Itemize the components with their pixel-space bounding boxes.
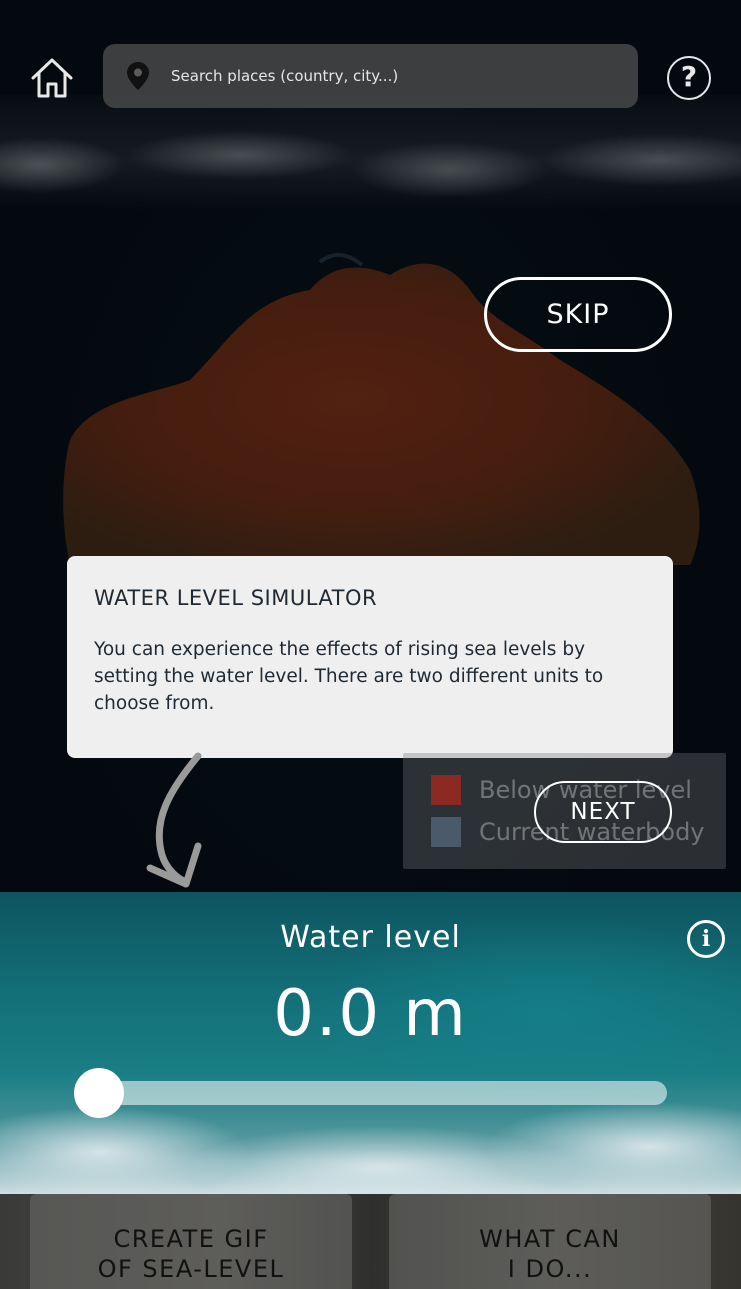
what-can-i-do-button[interactable]: WHAT CAN I DO... <box>389 1194 711 1289</box>
water-level-slider-track[interactable] <box>85 1081 667 1105</box>
tooltip-title: WATER LEVEL SIMULATOR <box>94 586 378 610</box>
legend-swatch-red <box>431 775 461 805</box>
search-input[interactable]: Search places (country, city...) <box>103 44 638 108</box>
create-gif-line1: CREATE GIF <box>113 1225 269 1253</box>
tooltip-body: You can experience the effects of rising… <box>94 639 604 714</box>
water-level-panel: Water level i 0.0 m <box>0 892 741 1194</box>
location-pin-icon <box>127 62 149 90</box>
create-gif-button[interactable]: CREATE GIF OF SEA-LEVEL <box>30 1194 352 1289</box>
search-placeholder: Search places (country, city...) <box>171 67 399 85</box>
info-button[interactable]: i <box>687 920 725 958</box>
bottom-action-bar: CREATE GIF OF SEA-LEVEL WHAT CAN I DO... <box>0 1194 741 1289</box>
help-button[interactable]: ? <box>667 56 711 100</box>
next-tour-button[interactable]: NEXT <box>534 781 672 843</box>
water-level-slider-thumb[interactable] <box>74 1068 124 1118</box>
legend-swatch-blue <box>431 817 461 847</box>
home-button[interactable] <box>28 54 76 102</box>
skip-tour-button[interactable]: SKIP <box>484 277 672 352</box>
tour-tooltip: WATER LEVEL SIMULATOR You can experience… <box>67 556 673 758</box>
curved-arrow-icon <box>146 752 202 888</box>
what-can-line2: I DO... <box>507 1255 593 1283</box>
create-gif-line2: OF SEA-LEVEL <box>97 1255 285 1283</box>
water-level-value: 0.0 m <box>273 977 468 1051</box>
what-can-line1: WHAT CAN <box>479 1225 621 1253</box>
home-icon <box>31 58 73 98</box>
water-level-title: Water level <box>280 920 461 955</box>
